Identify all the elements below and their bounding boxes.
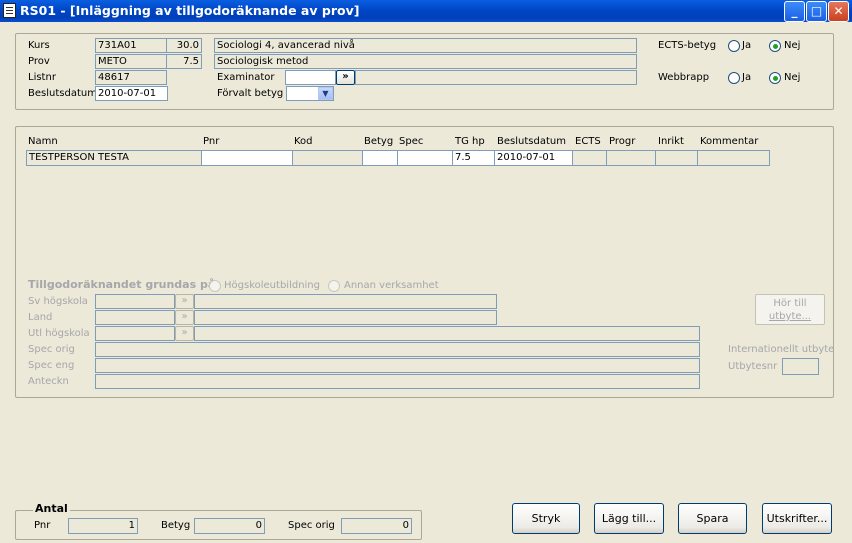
- utbytesnr-field[interactable]: [782, 358, 819, 375]
- utl-hogskola-label: Utl högskola: [28, 328, 90, 339]
- kurs-code-field: 731A01: [95, 38, 167, 53]
- antal-pnr-field: 1: [68, 518, 138, 534]
- cell-namn: TESTPERSON TESTA: [26, 150, 202, 166]
- forvalt-betyg-label: Förvalt betyg: [217, 88, 284, 99]
- prov-code-field: METO: [95, 54, 167, 69]
- examinator-field[interactable]: [285, 70, 336, 85]
- hogskoleutbildning-label: Högskoleutbildning: [224, 280, 320, 291]
- col-header-progr: Progr: [609, 136, 636, 147]
- cell-inrikt[interactable]: [656, 150, 698, 166]
- listnr-field: 48617: [95, 70, 167, 85]
- spec-eng-label: Spec eng: [28, 360, 75, 371]
- hogskoleutbildning-radio[interactable]: [209, 280, 221, 292]
- prov-hp-field: 7.5: [166, 54, 202, 69]
- kurs-hp-field: 30.0: [166, 38, 202, 53]
- spec-orig-field[interactable]: [95, 342, 700, 357]
- ects-nej-label: Nej: [784, 40, 801, 51]
- land-code-field[interactable]: [95, 310, 175, 325]
- utbytesnr-label: Utbytesnr: [728, 361, 778, 372]
- antal-pnr-label: Pnr: [34, 520, 51, 531]
- sv-hogskola-code-field[interactable]: [95, 294, 175, 309]
- col-header-pnr: Pnr: [203, 136, 220, 147]
- ects-ja-radio[interactable]: [728, 40, 740, 52]
- chevron-down-icon[interactable]: ▼: [318, 87, 333, 100]
- ects-ja-label: Ja: [742, 40, 752, 51]
- utl-hogskola-code-field[interactable]: [95, 326, 175, 341]
- app-icon: [3, 3, 16, 18]
- cell-pnr[interactable]: [202, 150, 293, 166]
- minimize-button[interactable]: _: [784, 1, 805, 22]
- cell-beslutsdatum[interactable]: 2010-07-01: [495, 150, 573, 166]
- beslutsdatum-field[interactable]: 2010-07-01: [95, 86, 168, 101]
- beslutsdatum-label: Beslutsdatum: [28, 88, 97, 99]
- lagg-till-button[interactable]: Lägg till...: [594, 503, 664, 534]
- prov-name-field: Sociologisk metod: [214, 54, 637, 69]
- cell-ects[interactable]: [573, 150, 607, 166]
- webbrapp-label: Webbrapp: [658, 72, 710, 83]
- utskrifter-button[interactable]: Utskrifter...: [762, 503, 832, 534]
- sv-hogskola-label: Sv högskola: [28, 296, 88, 307]
- close-button[interactable]: ✕: [828, 1, 849, 22]
- col-header-betyg: Betyg: [364, 136, 394, 147]
- cell-kommentar[interactable]: [698, 150, 770, 166]
- grundas-label: Tillgodoräknandet grundas på: [28, 278, 216, 291]
- kurs-name-field: Sociologi 4, avancerad nivå: [214, 38, 637, 53]
- antal-spec-orig-label: Spec orig: [288, 520, 335, 531]
- cell-kod[interactable]: [293, 150, 363, 166]
- webbrapp-ja-label: Ja: [742, 72, 752, 83]
- col-header-tghp: TG hp: [455, 136, 485, 147]
- hor-till-line1: Hör till: [773, 298, 807, 309]
- spara-button[interactable]: Spara: [678, 503, 747, 534]
- examinator-lookup-button[interactable]: »: [336, 70, 355, 85]
- land-label: Land: [28, 312, 53, 323]
- ects-betyg-label: ECTS-betyg: [658, 40, 717, 51]
- utl-hogskola-lookup-button[interactable]: »: [175, 326, 194, 341]
- prov-label: Prov: [28, 56, 50, 67]
- maximize-button[interactable]: □: [806, 1, 827, 22]
- hor-till-utbyte-button[interactable]: Hör till utbyte...: [755, 294, 825, 325]
- webbrapp-nej-label: Nej: [784, 72, 801, 83]
- hor-till-line2: utbyte...: [768, 311, 812, 322]
- anteckn-label: Anteckn: [28, 376, 69, 387]
- antal-betyg-label: Betyg: [161, 520, 191, 531]
- internationellt-utbyte-label: Internationellt utbyte: [728, 344, 835, 355]
- spec-eng-field[interactable]: [95, 358, 700, 373]
- col-header-spec: Spec: [399, 136, 424, 147]
- antal-spec-orig-field: 0: [341, 518, 412, 534]
- utl-hogskola-name-field: [194, 326, 700, 341]
- listnr-label: Listnr: [28, 72, 56, 83]
- col-header-beslutsdatum: Beslutsdatum: [497, 136, 566, 147]
- col-header-ects: ECTS: [575, 136, 601, 147]
- stryk-button[interactable]: Stryk: [512, 503, 580, 534]
- antal-title: Antal: [33, 502, 70, 515]
- cell-progr[interactable]: [607, 150, 656, 166]
- col-header-kommentar: Kommentar: [700, 136, 759, 147]
- ects-nej-radio[interactable]: [769, 40, 781, 52]
- antal-betyg-field: 0: [194, 518, 265, 534]
- col-header-inrikt: Inrikt: [658, 136, 684, 147]
- webbrapp-ja-radio[interactable]: [728, 72, 740, 84]
- forvalt-betyg-select[interactable]: ▼: [286, 86, 334, 101]
- webbrapp-nej-radio[interactable]: [769, 72, 781, 84]
- examinator-label: Examinator: [217, 72, 275, 83]
- window-titlebar[interactable]: RS01 - [Inläggning av tillgodoräknande a…: [0, 0, 852, 22]
- anteckn-field[interactable]: [95, 374, 700, 389]
- land-name-field: [194, 310, 497, 325]
- window-title: RS01 - [Inläggning av tillgodoräknande a…: [20, 3, 360, 18]
- spec-orig-label: Spec orig: [28, 344, 75, 355]
- cell-spec[interactable]: [398, 150, 453, 166]
- sv-hogskola-lookup-button[interactable]: »: [175, 294, 194, 309]
- annan-verksamhet-label: Annan verksamhet: [344, 280, 439, 291]
- col-header-namn: Namn: [28, 136, 58, 147]
- cell-tghp[interactable]: 7.5: [453, 150, 495, 166]
- col-header-kod: Kod: [294, 136, 313, 147]
- annan-verksamhet-radio[interactable]: [328, 280, 340, 292]
- sv-hogskola-name-field: [194, 294, 497, 309]
- land-lookup-button[interactable]: »: [175, 310, 194, 325]
- kurs-label: Kurs: [28, 40, 50, 51]
- examinator-name-field: [355, 70, 637, 85]
- cell-betyg[interactable]: [363, 150, 398, 166]
